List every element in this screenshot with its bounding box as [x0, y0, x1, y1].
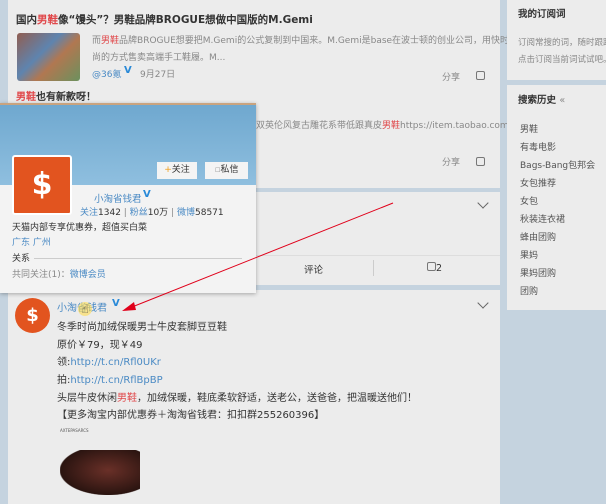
- annotation-arrow: [122, 202, 394, 311]
- cursor-hand-icon: ☝: [78, 302, 92, 316]
